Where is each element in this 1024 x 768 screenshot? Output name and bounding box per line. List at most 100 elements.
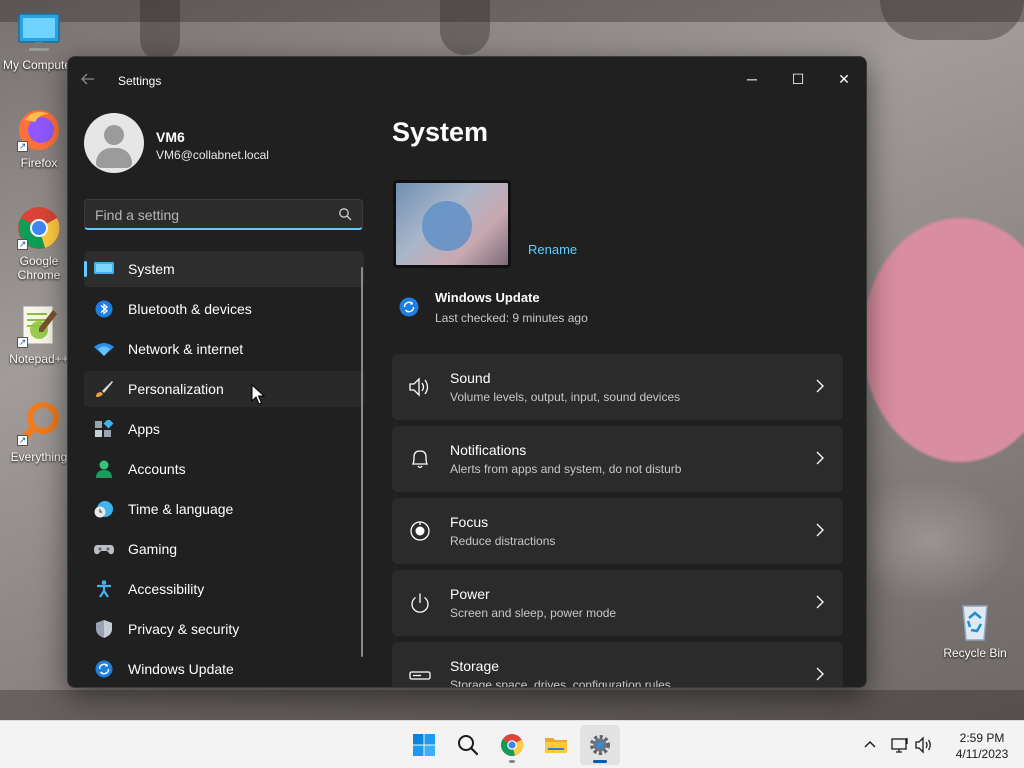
- chevron-right-icon: [815, 594, 825, 610]
- page-title: System: [392, 117, 489, 147]
- system-clock[interactable]: 2:59 PM 4/11/2023: [944, 730, 1020, 762]
- recycle-bin-icon: [951, 596, 999, 644]
- device-wallpaper-thumbnail: [393, 180, 511, 268]
- settings-window: Settings ─ ☐ ✕ VM6 VM6@collabnet.local F…: [67, 56, 867, 688]
- chevron-right-icon: [815, 378, 825, 394]
- sidebar-item-system[interactable]: System: [84, 251, 364, 287]
- folder-icon: [545, 738, 567, 753]
- desktop-icon-notepadpp[interactable]: ↗ Notepad++: [1, 302, 77, 366]
- desktop-icon-firefox[interactable]: ↗ Firefox: [1, 106, 77, 170]
- settings-card-sound[interactable]: Sound Volume levels, output, input, soun…: [392, 354, 843, 420]
- system-icon: [94, 260, 114, 278]
- accessibility-icon: [94, 580, 114, 598]
- sidebar-item-accounts[interactable]: Accounts: [84, 451, 364, 487]
- back-arrow-icon[interactable]: [80, 71, 100, 91]
- taskbar-chrome-button[interactable]: [492, 725, 532, 765]
- accounts-icon: [94, 460, 114, 478]
- window-title: Settings: [118, 74, 162, 88]
- sidebar-scrollbar[interactable]: [361, 267, 363, 657]
- maximize-button[interactable]: ☐: [775, 63, 821, 95]
- settings-card-notifications[interactable]: Notifications Alerts from apps and syste…: [392, 426, 843, 492]
- search-icon[interactable]: [338, 207, 352, 221]
- card-subtitle: Storage space, drives, configuration rul…: [450, 678, 671, 688]
- card-title: Notifications: [450, 442, 527, 458]
- card-subtitle: Screen and sleep, power mode: [450, 606, 617, 620]
- chrome-icon: [501, 734, 523, 756]
- settings-card-power[interactable]: Power Screen and sleep, power mode: [392, 570, 843, 636]
- minimize-button[interactable]: ─: [729, 63, 775, 95]
- taskbar-file-explorer-button[interactable]: [536, 725, 576, 765]
- sidebar-item-bluetooth[interactable]: Bluetooth & devices: [84, 291, 364, 327]
- close-button[interactable]: ✕: [821, 63, 866, 95]
- windows-update-status: Last checked: 9 minutes ago: [435, 311, 588, 325]
- sidebar-item-label: Privacy & security: [128, 621, 240, 637]
- monitor-icon: [15, 8, 63, 56]
- card-title: Power: [450, 586, 490, 602]
- wifi-icon: [94, 340, 114, 358]
- sidebar-item-gaming[interactable]: Gaming: [84, 531, 364, 567]
- card-title: Storage: [450, 658, 500, 674]
- desktop-icon-chrome[interactable]: ↗ Google Chrome: [1, 204, 77, 282]
- card-subtitle: Reduce distractions: [450, 534, 556, 548]
- taskbar-settings-button[interactable]: [580, 725, 620, 765]
- rename-link[interactable]: Rename: [528, 242, 577, 257]
- settings-card-storage[interactable]: Storage Storage space, drives, configura…: [392, 642, 843, 688]
- desktop-icon-recycle-bin[interactable]: Recycle Bin: [937, 596, 1013, 660]
- bluetooth-icon: [94, 300, 114, 318]
- sidebar-item-network[interactable]: Network & internet: [84, 331, 364, 367]
- clock-date: 4/11/2023: [955, 747, 1009, 761]
- gear-icon: [590, 735, 610, 755]
- volume-icon[interactable]: [914, 735, 934, 755]
- brush-icon: [94, 380, 114, 398]
- everything-search-icon: ↗: [15, 400, 63, 448]
- sidebar-item-label: System: [128, 261, 175, 277]
- update-icon: [94, 660, 114, 678]
- desktop-icon-everything[interactable]: ↗ Everything: [1, 400, 77, 464]
- desktop-icon-my-computer[interactable]: My Computer: [1, 8, 77, 72]
- sidebar-item-label: Windows Update: [128, 661, 234, 677]
- desktop-icon-label: Notepad++: [9, 352, 69, 366]
- sidebar-item-time-language[interactable]: Time & language: [84, 491, 364, 527]
- windows-update-icon[interactable]: [399, 297, 419, 317]
- windows-update-title[interactable]: Windows Update: [435, 290, 540, 305]
- desktop-icon-label: Everything: [10, 450, 68, 464]
- taskbar-search-button[interactable]: [448, 725, 488, 765]
- sidebar-item-label: Apps: [128, 421, 160, 437]
- title-bar: Settings ─ ☐ ✕: [68, 57, 866, 103]
- firefox-icon: ↗: [15, 106, 63, 154]
- speaker-icon: [408, 376, 432, 398]
- user-name: VM6: [156, 129, 185, 145]
- network-icon[interactable]: [890, 735, 910, 755]
- selection-indicator: [84, 261, 87, 277]
- sidebar-item-label: Time & language: [128, 501, 234, 517]
- sidebar-item-windows-update[interactable]: Windows Update: [84, 651, 364, 687]
- shield-icon: [94, 620, 114, 638]
- bell-icon: [408, 448, 432, 470]
- chrome-icon: ↗: [15, 204, 63, 252]
- user-email: VM6@collabnet.local: [156, 148, 269, 162]
- sidebar-item-label: Network & internet: [128, 341, 244, 357]
- chevron-right-icon: [815, 522, 825, 538]
- apps-icon: [94, 418, 114, 438]
- focus-icon: [408, 520, 432, 542]
- desktop-icon-label: My Computer: [2, 58, 76, 72]
- search-input[interactable]: Find a setting: [84, 199, 363, 230]
- sidebar-item-label: Accounts: [128, 461, 186, 477]
- sidebar-item-personalization[interactable]: Personalization: [84, 371, 364, 407]
- sidebar-nav: System Bluetooth & devices Network & int…: [84, 251, 364, 687]
- sidebar-item-accessibility[interactable]: Accessibility: [84, 571, 364, 607]
- card-title: Focus: [450, 514, 489, 530]
- desktop-icon-label: Recycle Bin: [943, 646, 1007, 660]
- sidebar-item-label: Gaming: [128, 541, 178, 557]
- avatar[interactable]: [84, 113, 144, 173]
- sidebar-item-privacy[interactable]: Privacy & security: [84, 611, 364, 647]
- chevron-right-icon: [815, 666, 825, 682]
- clock-globe-icon: [94, 500, 114, 518]
- chevron-up-icon[interactable]: [860, 735, 880, 755]
- taskbar: 2:59 PM 4/11/2023: [0, 720, 1024, 768]
- chevron-right-icon: [815, 450, 825, 466]
- sidebar-item-apps[interactable]: Apps: [84, 411, 364, 447]
- settings-card-focus[interactable]: Focus Reduce distractions: [392, 498, 843, 564]
- start-button[interactable]: [404, 725, 444, 765]
- windows-logo-icon: [413, 734, 435, 756]
